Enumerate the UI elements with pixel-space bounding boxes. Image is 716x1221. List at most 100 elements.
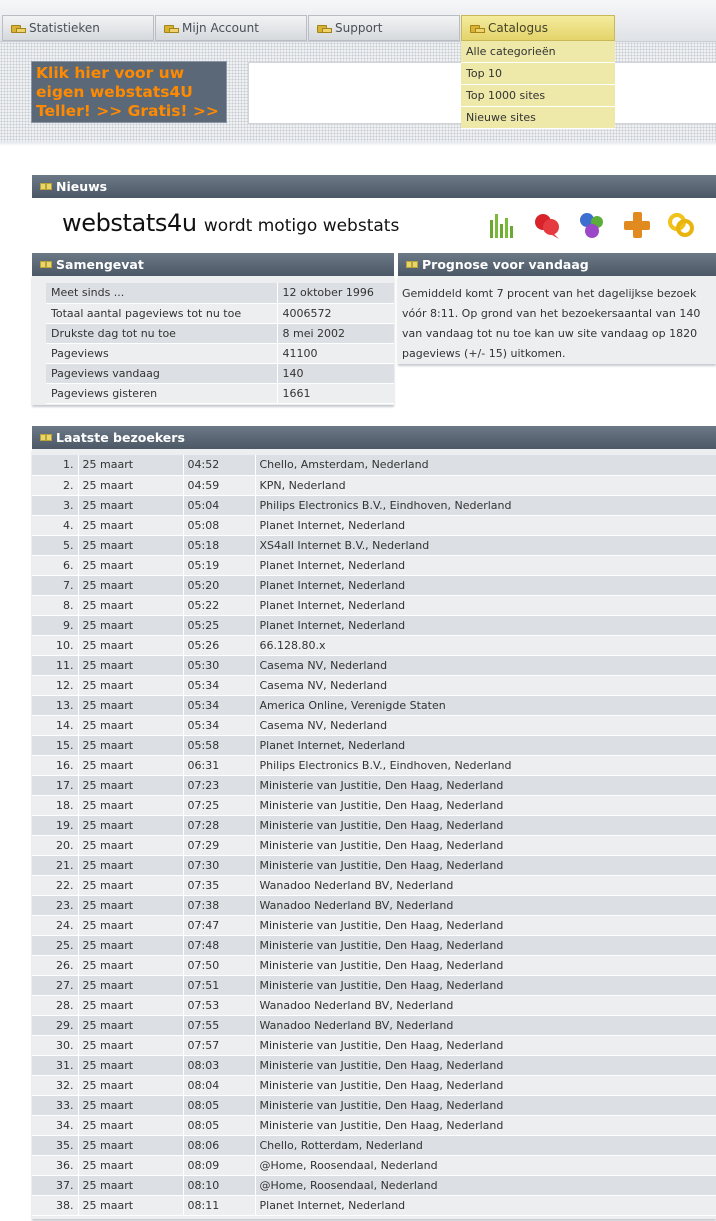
visit-provider: Planet Internet, Nederland [255,615,716,636]
visit-provider: Ministerie van Justitie, Den Haag, Neder… [255,935,716,956]
visit-date: 25 maart [78,915,184,936]
top-navigation: Statistieken Mijn Account Support Catalo… [0,0,716,42]
visit-date: 25 maart [78,555,184,576]
samengevat-panel: Meet sinds ... 12 oktober 1996 Totaal aant… [32,276,394,405]
visit-date: 25 maart [78,755,184,776]
table-row: 28. 25 maart 07:53 Wanadoo Nederland BV, Ne… [32,995,716,1016]
visit-provider: Planet Internet, Nederland [255,575,716,596]
table-row: 24. 25 maart 07:47 Ministerie van Justitie,… [32,915,716,936]
summary-label: Pageviews gisteren [46,383,278,404]
visit-provider: Ministerie van Justitie, Den Haag, Neder… [255,855,716,876]
visit-number: 9. [32,615,79,636]
visit-provider: Casema NV, Nederland [255,675,716,696]
visit-date: 25 maart [78,1175,184,1196]
visit-time: 07:38 [183,895,256,916]
bezoekers-title: Laatste bezoekers [56,430,185,445]
visit-date: 25 maart [78,635,184,656]
menu-item-top-10[interactable]: Top 10 [461,63,615,85]
table-row: 16. 25 maart 06:31 Philips Electronics B.V.… [32,755,716,776]
visit-number: 1. [32,455,79,476]
visit-date: 25 maart [78,1095,184,1116]
table-row: 35. 25 maart 08:06 Chello, Rotterdam, Neder… [32,1135,716,1156]
nieuws-headline[interactable]: webstats4u wordt motigo webstats [62,209,399,237]
tab-label: Catalogus [488,21,548,35]
visit-time: 07:55 [183,1015,256,1036]
visit-number: 38. [32,1195,79,1216]
visit-provider: Ministerie van Justitie, Den Haag, Neder… [255,775,716,796]
tab-label: Mijn Account [182,21,259,35]
visit-provider: Ministerie van Justitie, Den Haag, Neder… [255,795,716,816]
visit-provider: KPN, Nederland [255,475,716,496]
visit-number: 21. [32,855,79,876]
visit-date: 25 maart [78,535,184,556]
visit-provider: Ministerie van Justitie, Den Haag, Neder… [255,835,716,856]
tab-statistieken[interactable]: Statistieken [2,15,154,41]
table-row: 31. 25 maart 08:03 Ministerie van Justitie,… [32,1055,716,1076]
samengevat-title: Samengevat [56,257,144,272]
visit-time: 05:20 [183,575,256,596]
promo-banner[interactable]: Klik hier voor uw eigen webstats4U Telle… [31,61,227,123]
table-row: 23. 25 maart 07:38 Wanadoo Nederland BV, Ne… [32,895,716,916]
visit-date: 25 maart [78,455,184,476]
visit-time: 07:35 [183,875,256,896]
visit-time: 07:50 [183,955,256,976]
visit-time: 07:47 [183,915,256,936]
visit-time: 07:23 [183,775,256,796]
table-row: 5. 25 maart 05:18 XS4all Internet B.V., Ned… [32,535,716,556]
table-row: 3. 25 maart 05:04 Philips Electronics B.V.,… [32,495,716,516]
visit-provider: Planet Internet, Nederland [255,555,716,576]
tab-mijn-account[interactable]: Mijn Account [155,15,307,41]
tab-label: Statistieken [29,21,100,35]
visit-provider: Philips Electronics B.V., Eindhoven, Ned… [255,755,716,776]
visit-time: 08:10 [183,1175,256,1196]
visit-provider: Wanadoo Nederland BV, Nederland [255,875,716,896]
table-row: 19. 25 maart 07:28 Ministerie van Justitie,… [32,815,716,836]
panel-bullet-icon [40,434,52,441]
promo-line-2: eigen webstats4U [36,83,193,101]
tab-support[interactable]: Support [308,15,460,41]
visit-time: 05:08 [183,515,256,536]
visit-provider: @Home, Roosendaal, Nederland [255,1155,716,1176]
visit-time: 07:48 [183,935,256,956]
table-row: 15. 25 maart 05:58 Planet Internet, Nederla… [32,735,716,756]
visit-date: 25 maart [78,575,184,596]
promo-line-1: Klik hier voor uw [36,64,185,82]
visit-date: 25 maart [78,795,184,816]
panel-bullet-icon [406,261,418,268]
menu-item-nieuwe-sites[interactable]: Nieuwe sites [461,107,615,129]
visit-provider: Ministerie van Justitie, Den Haag, Neder… [255,955,716,976]
visit-date: 25 maart [78,1115,184,1136]
visit-date: 25 maart [78,1055,184,1076]
visit-number: 17. [32,775,79,796]
visit-time: 08:05 [183,1115,256,1136]
visit-date: 25 maart [78,855,184,876]
menu-item-top-1000[interactable]: Top 1000 sites [461,85,615,107]
visit-number: 33. [32,1095,79,1116]
visit-date: 25 maart [78,995,184,1016]
table-row: 6. 25 maart 05:19 Planet Internet, Nederlan… [32,555,716,576]
summary-table: Meet sinds ... 12 oktober 1996 Totaal aant… [46,283,394,404]
summary-row: Pageviews 41100 [46,343,394,364]
nieuws-title: Nieuws [56,179,108,194]
visit-number: 35. [32,1135,79,1156]
bezoekers-panel: 1. 25 maart 04:52 Chello, Amsterdam, Nederl… [32,449,716,1219]
visit-date: 25 maart [78,1035,184,1056]
table-row: 12. 25 maart 05:34 Casema NV, Nederland [32,675,716,696]
visit-number: 24. [32,915,79,936]
visit-time: 05:22 [183,595,256,616]
panel-bullet-icon [40,261,52,268]
visit-provider: Wanadoo Nederland BV, Nederland [255,995,716,1016]
visit-date: 25 maart [78,835,184,856]
visit-date: 25 maart [78,935,184,956]
summary-label: Totaal aantal pageviews tot nu toe [46,303,278,324]
prognose-text: Gemiddeld komt 7 procent van het dagelij… [402,287,701,360]
menu-item-alle-categorieen[interactable]: Alle categorieën [461,41,615,63]
tab-catalogus[interactable]: Catalogus [461,15,615,41]
visit-time: 08:04 [183,1075,256,1096]
summary-value: 4006572 [277,303,394,324]
table-row: 36. 25 maart 08:09 @Home, Roosendaal, Neder… [32,1155,716,1176]
visit-number: 25. [32,935,79,956]
visit-time: 07:25 [183,795,256,816]
visit-number: 4. [32,515,79,536]
table-row: 33. 25 maart 08:05 Ministerie van Justitie,… [32,1095,716,1116]
